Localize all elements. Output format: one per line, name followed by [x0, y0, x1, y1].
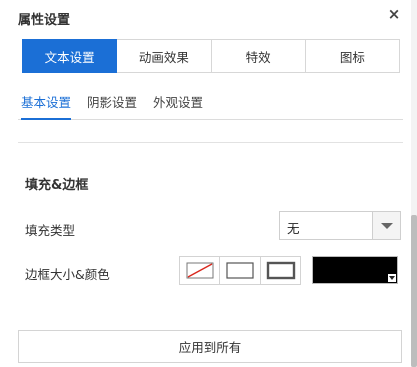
fill-type-label: 填充类型	[25, 223, 76, 238]
thick-border-icon	[266, 261, 295, 280]
divider	[18, 142, 403, 143]
tab-effects[interactable]: 特效	[211, 39, 306, 73]
color-dropdown-icon	[388, 274, 396, 282]
border-size-color-label: 边框大小&颜色	[25, 267, 110, 282]
apply-to-all-button[interactable]: 应用到所有	[18, 330, 402, 363]
fill-type-value: 无	[287, 221, 300, 236]
chevron-down-icon[interactable]	[372, 212, 400, 239]
subtab-shadow[interactable]: 阴影设置	[87, 92, 137, 118]
thick-border-button[interactable]	[260, 257, 300, 284]
section-title: 填充&边框	[25, 178, 89, 193]
border-color-swatch[interactable]	[312, 256, 398, 284]
tab-text-settings[interactable]: 文本设置	[22, 39, 118, 73]
fill-type-select[interactable]: 无	[279, 211, 401, 240]
thin-border-button[interactable]	[220, 257, 261, 284]
scrollbar-thumb[interactable]	[411, 215, 417, 367]
tab-animation[interactable]: 动画效果	[117, 39, 212, 73]
subtab-appearance[interactable]: 外观设置	[153, 92, 203, 118]
border-size-group	[179, 256, 301, 285]
panel-title: 属性设置	[18, 13, 71, 28]
no-border-icon	[186, 262, 214, 279]
close-icon[interactable]: ×	[386, 6, 402, 22]
main-tabs: 文本设置 动画效果 特效 图标	[22, 39, 400, 73]
thin-border-icon	[226, 262, 254, 279]
no-border-button[interactable]	[180, 257, 221, 284]
subtab-basic[interactable]: 基本设置	[21, 92, 72, 120]
tab-icons[interactable]: 图标	[305, 39, 400, 73]
sub-tabs: 基本设置 阴影设置 外观设置	[18, 92, 403, 120]
